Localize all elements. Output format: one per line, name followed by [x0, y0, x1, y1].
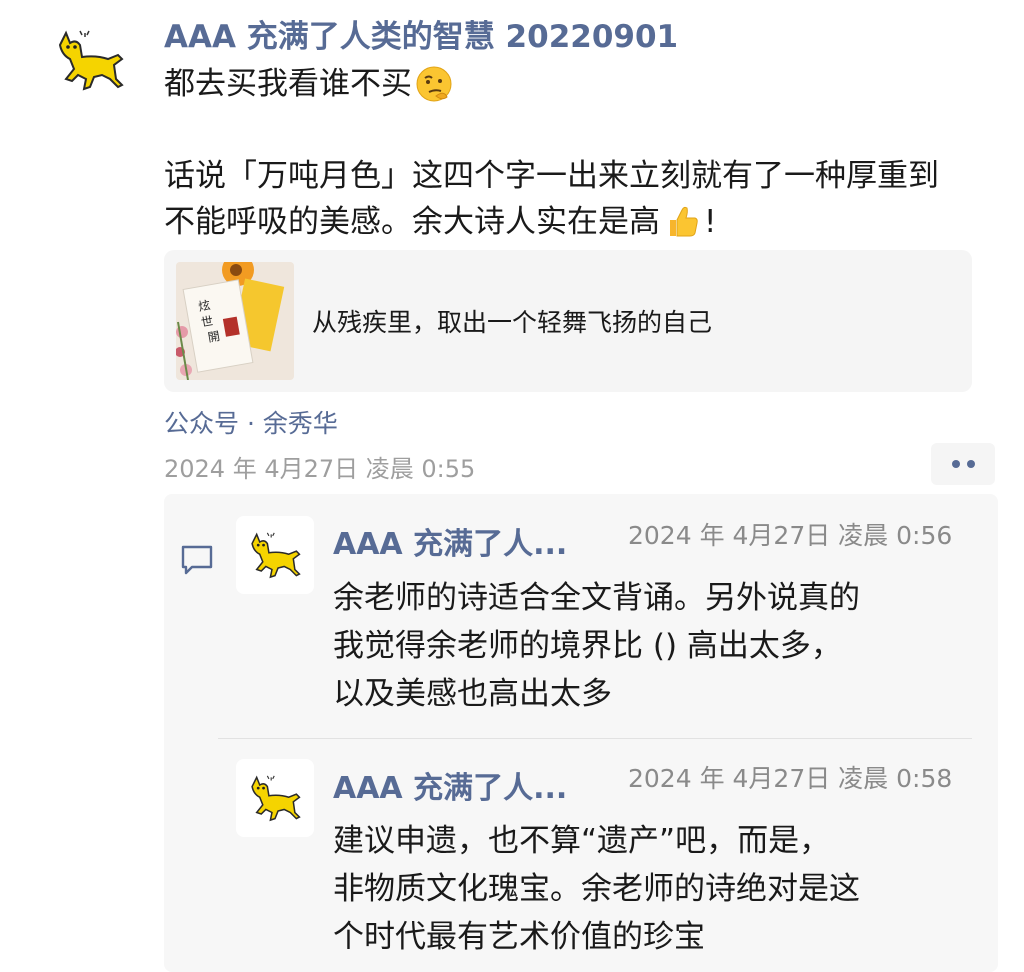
comment-divider [218, 738, 972, 739]
post-text-line3: 不能呼吸的美感。余大诗人实在是高 ! [164, 199, 716, 245]
svg-text:開: 開 [207, 329, 221, 345]
post-text-line1: 都去买我看谁不买 [164, 61, 454, 107]
more-dots-icon [951, 460, 975, 468]
comment-icon [179, 543, 215, 581]
comment-timestamp: 2024 年 4月27日 凌晨 0:58 [628, 764, 953, 793]
post-text-line2: 话说「万吨月色」这四个字一出来立刻就有了一种厚重到 [164, 158, 939, 194]
cat-avatar-icon [58, 30, 124, 91]
comment-timestamp: 2024 年 4月27日 凌晨 0:56 [628, 521, 953, 550]
comment-text: 建议申遗，也不算“遗产”吧，而是， 非物质文化瑰宝。余老师的诗绝对是这 个时代最… [333, 817, 860, 961]
comment-author-name[interactable]: AAA 充满了人... [333, 763, 567, 807]
article-link-card[interactable]: 炫 世 開 从残疾里，取出一个轻舞飞扬的自己 [164, 250, 972, 392]
comment-text-line: 非物质文化瑰宝。余老师的诗绝对是这 [333, 871, 860, 907]
post-avatar[interactable] [50, 20, 130, 100]
comment-text-line: 我觉得余老师的境界比 () 高出太多， [333, 628, 842, 664]
comment-avatar[interactable] [236, 516, 314, 594]
svg-text:炫: 炫 [197, 297, 211, 314]
comment-text: 余老师的诗适合全文背诵。另外说真的 我觉得余老师的境界比 () 高出太多， 以及… [333, 574, 860, 718]
comment-avatar[interactable] [236, 759, 314, 837]
comment-author-name[interactable]: AAA 充满了人... [333, 519, 567, 563]
post-text-line1-content: 都去买我看谁不买 [164, 66, 412, 102]
post-text-line3-content: 不能呼吸的美感。余大诗人实在是高 [164, 204, 660, 240]
more-actions-button[interactable] [931, 443, 995, 485]
post-timestamp: 2024 年 4月27日 凌晨 0:55 [164, 455, 476, 483]
comment-text-line: 以及美感也高出太多 [333, 676, 612, 712]
comment-text-line: 余老师的诗适合全文背诵。另外说真的 [333, 580, 860, 616]
article-source[interactable]: 公众号 · 余秀华 [164, 404, 338, 440]
post-text-line3-exclaim: ! [704, 204, 717, 240]
article-title: 从残疾里，取出一个轻舞飞扬的自己 [312, 308, 713, 337]
thinking-face-emoji-icon [414, 64, 454, 104]
cat-avatar-icon [251, 532, 301, 579]
svg-text:世: 世 [200, 314, 214, 330]
comment-text-line: 个时代最有艺术价值的珍宝 [333, 919, 705, 955]
cat-avatar-icon [251, 775, 301, 822]
thumbs-up-emoji-icon [662, 202, 702, 242]
post-author-name[interactable]: AAA 充满了人类的智慧 20220901 [164, 11, 678, 56]
article-thumbnail: 炫 世 開 [176, 262, 294, 380]
comment-text-line: 建议申遗，也不算“遗产”吧，而是， [333, 823, 831, 859]
